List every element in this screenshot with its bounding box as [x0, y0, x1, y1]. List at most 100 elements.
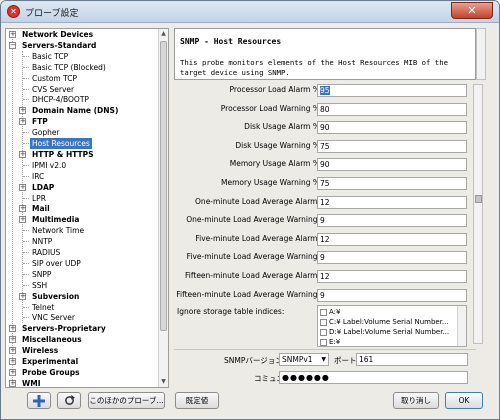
tree-item[interactable]: + Subversion — [6, 291, 158, 302]
tree-item[interactable]: SSH — [6, 280, 158, 291]
threshold-value: 9 — [320, 216, 325, 226]
threshold-value: 9 — [320, 253, 325, 263]
tree-item[interactable]: + Miscellaneous — [6, 334, 158, 345]
other-probe-button[interactable]: このほかのプローブ... — [88, 392, 165, 409]
add-button[interactable] — [27, 392, 51, 409]
threshold-input[interactable]: 9 — [317, 214, 467, 228]
chevron-down-icon: ▼ — [321, 356, 326, 363]
tree-scroll-thumb[interactable] — [160, 41, 167, 331]
expand-icon[interactable]: + — [19, 292, 26, 300]
tree-item[interactable]: + WMI — [6, 378, 158, 387]
tree-item[interactable]: + Domain Name (DNS) — [6, 105, 158, 116]
expand-icon[interactable]: + — [9, 347, 16, 355]
threshold-row: One-minute Load Average Alarm: 12 — [174, 195, 470, 209]
tree-item[interactable]: + Probe Groups — [6, 367, 158, 378]
threshold-input[interactable]: 90 — [317, 158, 467, 172]
probe-title: SNMP - Host Resources — [180, 37, 282, 46]
threshold-input[interactable]: 12 — [317, 270, 467, 283]
probe-tree[interactable]: + Network Devices − Servers-Standard Basic T… — [5, 28, 169, 388]
scroll-down-icon[interactable]: ▼ — [160, 378, 167, 386]
tree-item[interactable]: + Network Devices — [6, 29, 158, 40]
expand-icon[interactable]: + — [9, 379, 16, 387]
expand-icon[interactable]: + — [19, 183, 26, 191]
threshold-input[interactable]: 12 — [317, 232, 467, 246]
threshold-input[interactable]: 9 — [317, 288, 467, 302]
cancel-button[interactable]: 取り消し — [393, 392, 439, 409]
expand-icon[interactable]: + — [19, 107, 26, 115]
tree-item[interactable]: Basic TCP (Blocked) — [6, 62, 158, 73]
description-scrollbar[interactable] — [476, 28, 486, 80]
threshold-input[interactable]: 95 — [317, 84, 467, 97]
scroll-up-icon[interactable]: ▲ — [160, 30, 167, 38]
tree-item[interactable]: IRC — [6, 171, 158, 182]
tree-branch-line — [23, 262, 29, 264]
tree-item[interactable]: Network Time — [6, 225, 158, 236]
checkbox[interactable] — [320, 328, 327, 336]
tree-item[interactable]: + FTP — [6, 116, 158, 127]
checkbox[interactable] — [320, 318, 327, 326]
tree-item[interactable]: LPR — [6, 193, 158, 204]
tree-item[interactable]: Custom TCP — [6, 73, 158, 84]
tree-item[interactable]: + Servers-Proprietary — [6, 323, 158, 334]
tree-item[interactable]: + Wireless — [6, 345, 158, 356]
snmp-settings: SNMPバージョン SNMPv1 ▼ ポート 161 コミュニティ ●●●●●● — [174, 349, 476, 386]
threshold-input[interactable]: 75 — [317, 177, 467, 190]
threshold-label: One-minute Load Average Alarm: — [195, 196, 320, 206]
expand-icon[interactable]: + — [9, 358, 16, 365]
tree-item[interactable]: SNPP — [6, 269, 158, 280]
expand-icon[interactable]: + — [19, 216, 26, 224]
community-field[interactable]: ●●●●●● — [279, 371, 468, 384]
tree-item[interactable]: Telnet — [6, 302, 158, 313]
threshold-input[interactable]: 12 — [317, 195, 467, 209]
expand-icon[interactable]: + — [19, 205, 26, 213]
tree-item[interactable]: + HTTP & HTTPS — [6, 149, 158, 160]
expand-icon[interactable]: + — [9, 336, 16, 344]
checkbox[interactable] — [320, 308, 327, 316]
ok-button[interactable]: OK — [445, 392, 483, 409]
tree-item[interactable]: VNC Server — [6, 312, 158, 323]
title-bar[interactable]: ✕ プローブ設定 ✕ — [1, 1, 499, 23]
snmp-version-select[interactable]: SNMPv1 ▼ — [279, 353, 329, 366]
port-label: ポート — [334, 356, 357, 365]
tree-item[interactable]: CVS Server — [6, 84, 158, 95]
tree-item[interactable]: − Servers-Standard — [6, 40, 158, 51]
plus-icon — [33, 395, 45, 407]
form-scroll-thumb[interactable] — [475, 195, 482, 203]
checkbox[interactable] — [320, 338, 327, 346]
ignore-storage-item-label: C:¥ Label:Volume Serial Number... — [329, 318, 449, 326]
threshold-input[interactable]: 80 — [317, 102, 467, 116]
tree-item[interactable]: Gopher — [6, 127, 158, 138]
tree-item-label: Servers-Proprietary — [22, 324, 106, 334]
tree-item[interactable]: Basic TCP — [6, 51, 158, 62]
refresh-button[interactable] — [57, 392, 81, 409]
tree-item[interactable]: + Experimental — [6, 356, 158, 367]
default-button[interactable]: 既定値 — [175, 392, 219, 409]
port-field[interactable]: 161 — [356, 353, 468, 366]
expand-icon[interactable]: + — [9, 325, 16, 333]
expand-icon[interactable]: + — [9, 368, 16, 376]
expand-icon[interactable]: + — [19, 150, 26, 158]
threshold-input[interactable]: 75 — [317, 139, 467, 153]
tree-item[interactable]: + Mail — [6, 203, 158, 214]
expand-icon[interactable]: + — [9, 31, 16, 38]
ignore-storage-item[interactable]: E:¥ — [320, 337, 340, 346]
tree-item[interactable]: Host Resources — [6, 138, 158, 149]
tree-item[interactable]: SIP over UDP — [6, 258, 158, 269]
expand-icon[interactable]: + — [19, 118, 26, 126]
tree-item[interactable]: + LDAP — [6, 182, 158, 193]
tree-item[interactable]: + Multimedia — [6, 214, 158, 225]
tree-item[interactable]: IPMI v2.0 — [6, 160, 158, 171]
tree-item-label: Basic TCP — [32, 51, 69, 61]
tree-item[interactable]: RADIUS — [6, 247, 158, 258]
tree-scrollbar[interactable]: ▲ ▼ — [158, 29, 168, 387]
form-scrollbar[interactable] — [473, 84, 483, 344]
ignore-storage-list[interactable]: A:¥ C:¥ Label:Volume Serial Number... D:¥ … — [317, 305, 467, 347]
tree-item-label: Wireless — [22, 346, 59, 356]
close-button[interactable]: ✕ — [451, 2, 493, 19]
threshold-input[interactable]: 90 — [317, 121, 467, 135]
ignore-list-scrollbar[interactable] — [457, 306, 466, 346]
threshold-input[interactable]: 9 — [317, 251, 467, 265]
collapse-icon[interactable]: − — [9, 41, 16, 49]
tree-item[interactable]: NNTP — [6, 236, 158, 247]
tree-item[interactable]: DHCP-4/BOOTP — [6, 94, 158, 105]
